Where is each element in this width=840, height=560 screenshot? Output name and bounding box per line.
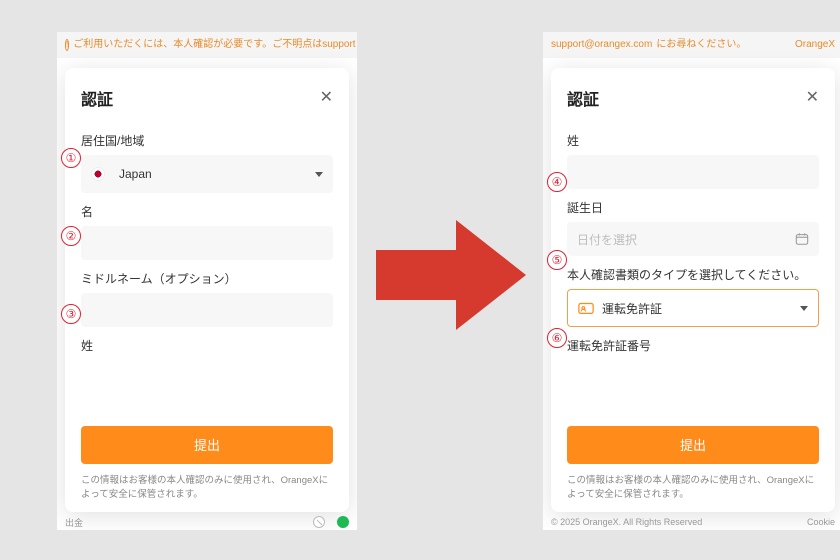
- footer-withdraw: 出金: [65, 516, 83, 529]
- warning-banner: ! ご利用いただくには、本人確認が必要です。ご不明点はsupport: [57, 32, 357, 58]
- annotation-1: ①: [61, 148, 81, 168]
- dob-label: 誕生日: [567, 199, 819, 216]
- annotation-6: ⑥: [547, 328, 567, 348]
- annotation-5: ⑤: [547, 250, 567, 270]
- phone-screenshot-step2: support@orangex.com にお尋ねください。 OrangeX 認証…: [543, 32, 840, 530]
- license-icon: [578, 301, 594, 315]
- chevron-down-icon: [315, 172, 323, 177]
- annotation-3: ③: [61, 304, 81, 324]
- verification-modal: 認証 ✕ 居住国/地域 Japan 名 ミドルネーム（オプション） 姓 提出 こ…: [65, 68, 349, 512]
- doctype-label: 本人確認書類のタイプを選択してください。: [567, 266, 819, 283]
- calendar-icon: [795, 232, 809, 246]
- brand-label: OrangeX: [795, 32, 835, 58]
- verification-modal: 認証 ✕ 姓 誕生日 日付を選択 本人確認書類のタイプを選択してください。 運転…: [551, 68, 835, 512]
- arrow-right-icon: [376, 210, 526, 340]
- footer-cookie[interactable]: Cookie: [807, 517, 835, 527]
- annotation-4: ④: [547, 172, 567, 192]
- middlename-label: ミドルネーム（オプション）: [81, 270, 333, 287]
- submit-button[interactable]: 提出: [81, 426, 333, 464]
- doctype-select[interactable]: 運転免許証: [567, 289, 819, 327]
- dob-placeholder: 日付を選択: [577, 231, 795, 248]
- dob-input[interactable]: 日付を選択: [567, 222, 819, 256]
- disclaimer-text: この情報はお客様の本人確認のみに使用され、OrangeXによって安全に保管されま…: [567, 474, 819, 503]
- middlename-input[interactable]: [81, 293, 333, 327]
- close-icon[interactable]: ✕: [320, 90, 333, 106]
- country-value: Japan: [119, 167, 152, 181]
- country-select[interactable]: Japan: [81, 155, 333, 193]
- warning-icon: !: [65, 39, 69, 51]
- japan-flag-icon: [91, 167, 105, 181]
- annotation-2: ②: [61, 226, 81, 246]
- firstname-input[interactable]: [81, 226, 333, 260]
- status-blocked-icon: [313, 516, 325, 528]
- docnum-label: 運転免許証番号: [567, 337, 819, 354]
- phone-screenshot-step1: ! ご利用いただくには、本人確認が必要です。ご不明点はsupport 認証 ✕ …: [57, 32, 357, 530]
- modal-title: 認証: [81, 86, 113, 110]
- lastname-label: 姓: [567, 132, 819, 149]
- footer: 出金: [57, 514, 357, 530]
- status-ok-icon: [337, 516, 349, 528]
- banner-email: support@orangex.com: [551, 32, 652, 58]
- banner-text: ご利用いただくには、本人確認が必要です。ご不明点はsupport: [73, 32, 355, 58]
- country-label: 居住国/地域: [81, 132, 333, 149]
- lastname-label: 姓: [81, 337, 333, 354]
- doctype-value: 運転免許証: [602, 300, 662, 317]
- modal-title: 認証: [567, 86, 599, 110]
- warning-banner: support@orangex.com にお尋ねください。 OrangeX: [543, 32, 840, 58]
- lastname-input[interactable]: [567, 155, 819, 189]
- banner-tail: にお尋ねください。: [656, 32, 746, 58]
- disclaimer-text: この情報はお客様の本人確認のみに使用され、OrangeXによって安全に保管されま…: [81, 474, 333, 503]
- footer: © 2025 OrangeX. All Rights Reserved Cook…: [543, 514, 840, 530]
- firstname-label: 名: [81, 203, 333, 220]
- submit-button[interactable]: 提出: [567, 426, 819, 464]
- footer-copyright: © 2025 OrangeX. All Rights Reserved: [551, 517, 702, 527]
- chevron-down-icon: [800, 306, 808, 311]
- close-icon[interactable]: ✕: [806, 90, 819, 106]
